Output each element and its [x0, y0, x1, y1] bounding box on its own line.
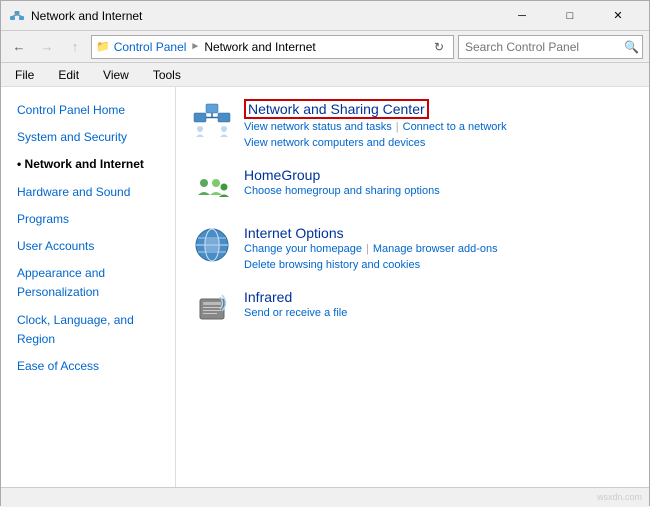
address-bar: 📁 Control Panel ► Network and Internet ↻	[91, 35, 454, 59]
menu-file[interactable]: File	[9, 66, 40, 84]
link-homegroup-sharing[interactable]: Choose homegroup and sharing options	[244, 185, 440, 197]
menu-view[interactable]: View	[97, 66, 135, 84]
link-change-homepage[interactable]: Change your homepage	[244, 243, 362, 255]
link-view-network-status[interactable]: View network status and tasks	[244, 121, 392, 133]
back-button[interactable]: ←	[7, 35, 31, 59]
infrared-text: Infrared Send or receive a file	[244, 289, 633, 319]
maximize-button[interactable]: □	[547, 1, 593, 31]
infrared-icon	[192, 289, 232, 329]
main-area: Control Panel Home System and Security N…	[1, 87, 649, 487]
content-area: Network and Sharing Center View network …	[176, 87, 649, 487]
up-button[interactable]: ↑	[63, 35, 87, 59]
minimize-button[interactable]: ─	[499, 1, 545, 31]
network-sharing-icon	[192, 99, 232, 139]
network-sharing-title[interactable]: Network and Sharing Center	[244, 99, 429, 119]
sidebar-item-clock-language[interactable]: Clock, Language, and Region	[1, 307, 175, 353]
search-input[interactable]	[465, 40, 620, 54]
refresh-button[interactable]: ↻	[429, 37, 449, 57]
network-sharing-text: Network and Sharing Center View network …	[244, 99, 633, 149]
window-title: Network and Internet	[31, 9, 499, 23]
link-manage-addons[interactable]: Manage browser add-ons	[373, 243, 498, 255]
content-item-internet-options: Internet Options Change your homepage | …	[192, 225, 633, 271]
window-icon	[9, 8, 25, 24]
internet-options-icon	[192, 225, 232, 265]
breadcrumb-separator: ►	[190, 41, 200, 52]
menu-bar: File Edit View Tools	[1, 63, 649, 87]
sidebar-item-network-internet[interactable]: Network and Internet	[1, 151, 175, 178]
sidebar-item-appearance[interactable]: Appearance andPersonalization	[1, 260, 175, 306]
sidebar: Control Panel Home System and Security N…	[1, 87, 176, 487]
link-view-network-computers[interactable]: View network computers and devices	[244, 137, 425, 149]
sidebar-item-ease-of-access[interactable]: Ease of Access	[1, 353, 175, 380]
close-button[interactable]: ✕	[595, 1, 641, 31]
breadcrumb-current: Network and Internet	[204, 40, 315, 54]
breadcrumb-control-panel[interactable]: Control Panel	[114, 40, 187, 54]
sidebar-item-user-accounts[interactable]: User Accounts	[1, 233, 175, 260]
homegroup-title[interactable]: HomeGroup	[244, 167, 633, 183]
window-controls: ─ □ ✕	[499, 1, 641, 31]
homegroup-text: HomeGroup Choose homegroup and sharing o…	[244, 167, 633, 197]
link-delete-browsing-history[interactable]: Delete browsing history and cookies	[244, 259, 420, 271]
infrared-links: Send or receive a file	[244, 307, 633, 319]
menu-tools[interactable]: Tools	[147, 66, 187, 84]
folder-icon: 📁	[96, 40, 110, 53]
status-bar	[1, 487, 649, 507]
sidebar-item-control-panel-home[interactable]: Control Panel Home	[1, 97, 175, 124]
sidebar-item-hardware-sound[interactable]: Hardware and Sound	[1, 179, 175, 206]
infrared-title[interactable]: Infrared	[244, 289, 633, 305]
search-icon: 🔍	[624, 40, 639, 54]
internet-options-links: Change your homepage | Manage browser ad…	[244, 243, 633, 271]
search-box[interactable]: 🔍	[458, 35, 643, 59]
navigation-bar: ← → ↑ 📁 Control Panel ► Network and Inte…	[1, 31, 649, 63]
sidebar-item-programs[interactable]: Programs	[1, 206, 175, 233]
link-connect-to-network[interactable]: Connect to a network	[403, 121, 507, 133]
forward-button[interactable]: →	[35, 35, 59, 59]
content-item-infrared: Infrared Send or receive a file	[192, 289, 633, 329]
internet-options-title[interactable]: Internet Options	[244, 225, 633, 241]
breadcrumb: Control Panel ► Network and Internet	[114, 40, 316, 54]
homegroup-icon	[192, 167, 232, 207]
title-bar: Network and Internet ─ □ ✕	[1, 1, 649, 31]
content-item-network-sharing: Network and Sharing Center View network …	[192, 99, 633, 149]
content-item-homegroup: HomeGroup Choose homegroup and sharing o…	[192, 167, 633, 207]
network-sharing-links: View network status and tasks | Connect …	[244, 121, 633, 149]
sidebar-item-system-security[interactable]: System and Security	[1, 124, 175, 151]
internet-options-text: Internet Options Change your homepage | …	[244, 225, 633, 271]
homegroup-links: Choose homegroup and sharing options	[244, 185, 633, 197]
menu-edit[interactable]: Edit	[52, 66, 85, 84]
link-send-receive-file[interactable]: Send or receive a file	[244, 307, 347, 319]
